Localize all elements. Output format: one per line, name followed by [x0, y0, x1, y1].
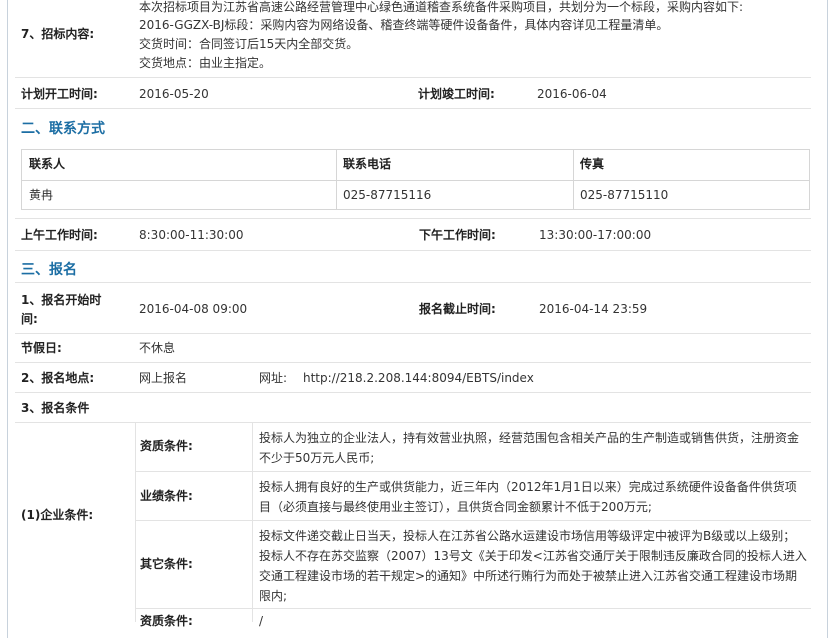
- url-label: 网址:: [259, 371, 288, 385]
- performance-label: 业绩条件:: [140, 489, 193, 503]
- am-hours-label: 上午工作时间:: [21, 228, 98, 242]
- planned-end-label: 计划竣工时间:: [418, 87, 495, 101]
- am-hours-value: 8:30:00-11:30:00: [139, 228, 244, 242]
- contact-header-name: 联系人: [29, 157, 66, 171]
- divider: [15, 282, 811, 283]
- enterprise-conditions-label: (1)企业条件:: [21, 508, 94, 522]
- section-title-contact: 二、联系方式: [21, 121, 105, 137]
- next-qualification-label: 资质条件:: [140, 614, 193, 628]
- planned-end-value: 2016-06-04: [537, 87, 607, 101]
- reg-place-label: 2、报名地点:: [21, 371, 95, 385]
- next-qualification-value: /: [259, 614, 264, 628]
- contact-phone: 025-87715116: [343, 188, 432, 202]
- reg-end-value: 2016-04-14 23:59: [539, 302, 648, 316]
- holiday-label: 节假日:: [21, 341, 62, 355]
- contact-fax: 025-87715110: [580, 188, 669, 202]
- item7-line-3: 交货时间：合同签订后15天内全部交货。: [139, 37, 359, 51]
- divider: [15, 77, 811, 78]
- other-conditions-text: 投标文件递交截止日当天，投标人在江苏省公路水运建设市场信用等级评定中被评为B级或…: [259, 529, 807, 603]
- qualification-label: 资质条件:: [140, 439, 193, 453]
- contact-table: 联系人 联系电话 传真 黄冉 025-87715116 025-87715110: [21, 149, 810, 210]
- item7-label: 7、招标内容:: [21, 27, 95, 41]
- reg-start-label-line1: 1、报名开始时: [21, 293, 102, 307]
- divider: [136, 608, 811, 609]
- reg-end-label: 报名截止时间:: [419, 302, 496, 316]
- holiday-value: 不休息: [139, 341, 176, 355]
- divider: [15, 392, 811, 393]
- pm-hours-label: 下午工作时间:: [419, 228, 496, 242]
- contact-name: 黄冉: [29, 188, 54, 202]
- divider: [136, 520, 811, 521]
- divider: [15, 250, 811, 251]
- item7-line-2: 2016-GGZX-BJ标段：采购内容为网络设备、稽查终端等硬件设备备件，具体内…: [139, 18, 669, 32]
- reg-start-value: 2016-04-08 09:00: [139, 302, 248, 316]
- item7-line-4: 交货地点：由业主指定。: [139, 56, 272, 70]
- planned-start-value: 2016-05-20: [139, 87, 209, 101]
- registration-url-link[interactable]: http://218.2.208.144:8094/EBTS/index: [303, 369, 534, 387]
- qualification-text: 投标人为独立的企业法人，持有效营业执照，经营范围包含相关产品的生产制造或销售供货…: [259, 431, 800, 465]
- contact-header-fax: 传真: [580, 157, 605, 171]
- item7-line-1: 本次招标项目为江苏省高速公路经营管理中心绿色通道稽查系统备件采购项目，共划分为一…: [139, 0, 744, 14]
- divider: [15, 333, 811, 334]
- divider: [15, 108, 811, 109]
- performance-text: 投标人拥有良好的生产或供货能力，近三年内（2012年1月1日以来）完成过系统硬件…: [259, 480, 797, 514]
- other-conditions-label: 其它条件:: [140, 557, 193, 571]
- divider: [136, 471, 811, 472]
- reg-place-value: 网上报名: [139, 371, 188, 385]
- divider: [135, 422, 136, 622]
- reg-start-label-line2: 间:: [21, 312, 38, 326]
- contact-header-phone: 联系电话: [343, 157, 392, 171]
- reg-conditions-label: 3、报名条件: [21, 401, 90, 415]
- divider: [15, 218, 811, 219]
- pm-hours-value: 13:30:00-17:00:00: [539, 228, 652, 242]
- divider: [252, 422, 253, 622]
- planned-start-label: 计划开工时间:: [21, 87, 98, 101]
- divider: [15, 362, 811, 363]
- section-title-registration: 三、报名: [21, 262, 77, 278]
